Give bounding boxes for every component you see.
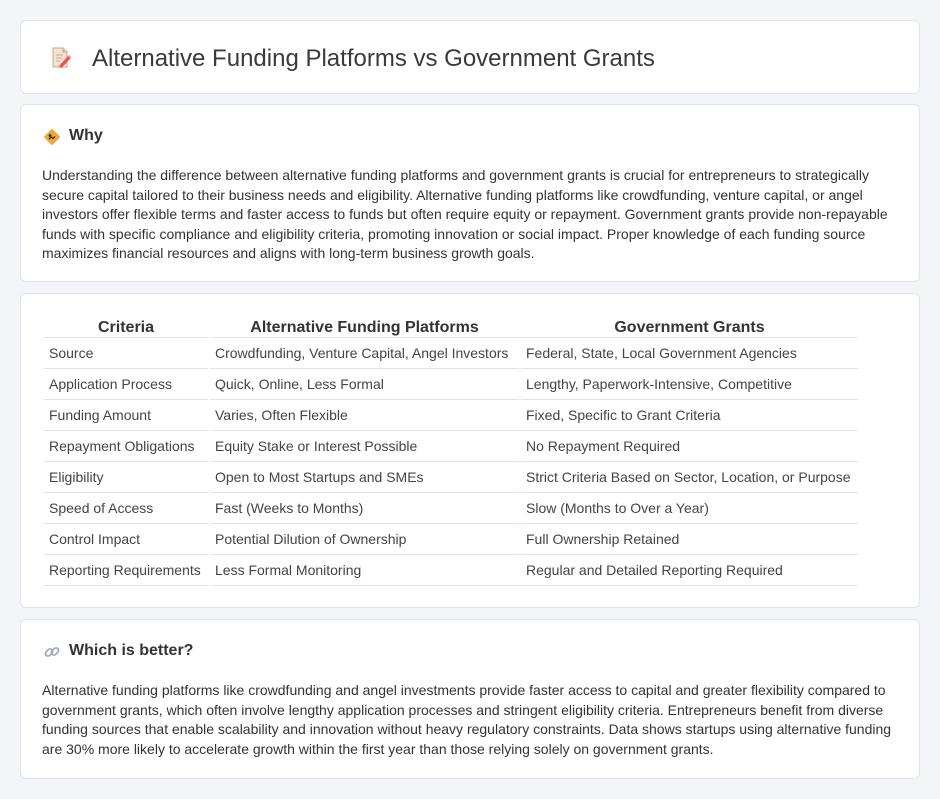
header-card: Alternative Funding Platforms vs Governm… [20, 20, 920, 94]
alternative-cell: Equity Stake or Interest Possible [210, 431, 519, 462]
link-icon [43, 643, 61, 661]
why-section: Why Understanding the difference between… [20, 104, 920, 282]
criteria-cell: Control Impact [44, 524, 208, 555]
comparison-section: Criteria Alternative Funding Platforms G… [20, 293, 920, 608]
criteria-cell: Eligibility [44, 462, 208, 493]
table-row: Repayment Obligations Equity Stake or In… [44, 431, 858, 462]
comparison-table: Criteria Alternative Funding Platforms G… [42, 315, 860, 586]
criteria-cell: Reporting Requirements [44, 555, 208, 586]
table-row: Application Process Quick, Online, Less … [44, 369, 858, 400]
table-row: Reporting Requirements Less Formal Monit… [44, 555, 858, 586]
better-title: Which is better? [69, 642, 194, 659]
grants-cell: No Repayment Required [521, 431, 858, 462]
criteria-cell: Repayment Obligations [44, 431, 208, 462]
grants-cell: Slow (Months to Over a Year) [521, 493, 858, 524]
which-better-section: Which is better? Alternative funding pla… [20, 619, 920, 779]
page-title: Alternative Funding Platforms vs Governm… [92, 45, 655, 72]
better-body: Alternative funding platforms like crowd… [42, 682, 892, 757]
grants-cell: Full Ownership Retained [521, 524, 858, 555]
why-body: Understanding the difference between alt… [42, 167, 888, 262]
alternative-cell: Open to Most Startups and SMEs [210, 462, 519, 493]
alternative-cell: Quick, Online, Less Formal [210, 369, 519, 400]
diamond-sign-icon [43, 128, 61, 146]
criteria-cell: Funding Amount [44, 400, 208, 431]
table-row: Eligibility Open to Most Startups and SM… [44, 462, 858, 493]
grants-cell: Regular and Detailed Reporting Required [521, 555, 858, 586]
criteria-cell: Application Process [44, 369, 208, 400]
column-header-criteria: Criteria [44, 315, 208, 338]
table-row: Speed of Access Fast (Weeks to Months) S… [44, 493, 858, 524]
table-row: Source Crowdfunding, Venture Capital, An… [44, 338, 858, 369]
column-header-grants: Government Grants [521, 315, 858, 338]
alternative-cell: Varies, Often Flexible [210, 400, 519, 431]
grants-cell: Strict Criteria Based on Sector, Locatio… [521, 462, 858, 493]
grants-cell: Fixed, Specific to Grant Criteria [521, 400, 858, 431]
criteria-cell: Source [44, 338, 208, 369]
alternative-cell: Crowdfunding, Venture Capital, Angel Inv… [210, 338, 519, 369]
alternative-cell: Potential Dilution of Ownership [210, 524, 519, 555]
criteria-cell: Speed of Access [44, 493, 208, 524]
grants-cell: Federal, State, Local Government Agencie… [521, 338, 858, 369]
grants-cell: Lengthy, Paperwork-Intensive, Competitiv… [521, 369, 858, 400]
column-header-alternative: Alternative Funding Platforms [210, 315, 519, 338]
table-row: Control Impact Potential Dilution of Own… [44, 524, 858, 555]
alternative-cell: Less Formal Monitoring [210, 555, 519, 586]
table-row: Funding Amount Varies, Often Flexible Fi… [44, 400, 858, 431]
why-title: Why [69, 127, 103, 144]
document-pencil-icon [48, 46, 72, 70]
alternative-cell: Fast (Weeks to Months) [210, 493, 519, 524]
table-header-row: Criteria Alternative Funding Platforms G… [44, 315, 858, 338]
